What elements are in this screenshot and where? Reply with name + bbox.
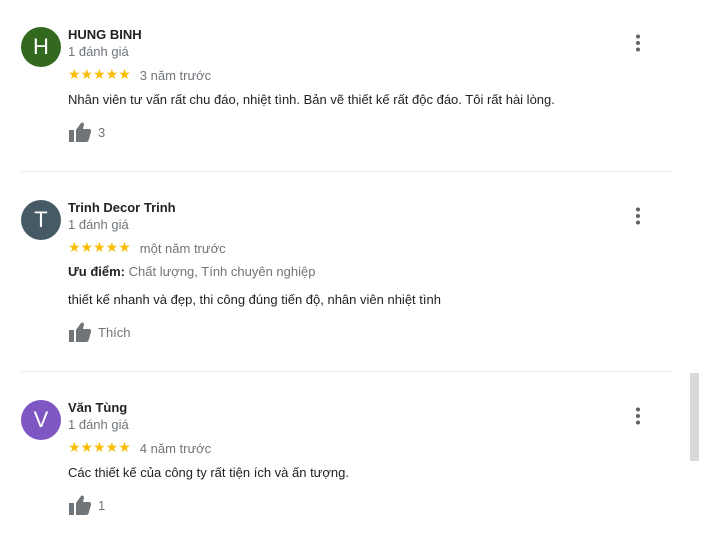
scrollbar-thumb[interactable] (690, 373, 699, 461)
like-button[interactable]: 3 (68, 121, 105, 143)
review-count: 1 đánh giá (68, 217, 129, 232)
review-date: 3 năm trước (139, 67, 212, 83)
star-rating: ★★★★★ (68, 67, 131, 83)
pros-label: Ưu điểm: (68, 264, 126, 279)
review-text: thiết kế nhanh và đẹp, thi công đúng tiế… (68, 292, 441, 307)
more-options-icon[interactable] (629, 33, 647, 53)
review-date: một năm trước (139, 240, 226, 256)
star-rating: ★★★★★ (68, 440, 131, 456)
more-options-icon[interactable] (629, 206, 647, 226)
review-count: 1 đánh giá (68, 44, 129, 59)
avatar[interactable]: T (21, 200, 61, 240)
pros-value: Chất lượng, Tính chuyên nghiệp (128, 264, 316, 279)
rating-row: ★★★★★ 3 năm trước (68, 67, 211, 83)
review-text: Các thiết kế của công ty rất tiện ích và… (68, 465, 349, 480)
review-date: 4 năm trước (139, 440, 212, 456)
like-label: Thích (98, 324, 131, 340)
like-count: 3 (98, 124, 106, 140)
avatar[interactable]: H (21, 27, 61, 67)
star-rating: ★★★★★ (68, 240, 131, 256)
rating-row: ★★★★★ một năm trước (68, 240, 226, 256)
like-count: 1 (98, 497, 106, 513)
thumbs-up-icon (69, 322, 92, 342)
review-count: 1 đánh giá (68, 417, 129, 432)
avatar[interactable]: V (21, 400, 61, 440)
like-button[interactable]: 1 (68, 494, 105, 516)
divider (21, 171, 671, 172)
review-text: Nhân viên tư vấn rất chu đáo, nhiệt tình… (68, 92, 555, 107)
reviews-panel: H HUNG BINH 1 đánh giá ★★★★★ 3 năm trước… (0, 0, 715, 536)
rating-row: ★★★★★ 4 năm trước (68, 440, 211, 456)
reviewer-name[interactable]: HUNG BINH (68, 27, 142, 42)
reviewer-name[interactable]: Văn Tùng (68, 400, 127, 415)
review-pros: Ưu điểm: Chất lượng, Tính chuyên nghiệp (68, 264, 315, 279)
like-button[interactable]: Thích (68, 321, 131, 343)
divider (21, 371, 671, 372)
thumbs-up-icon (69, 495, 92, 515)
more-options-icon[interactable] (629, 406, 647, 426)
thumbs-up-icon (69, 122, 92, 142)
reviewer-name[interactable]: Trinh Decor Trinh (68, 200, 176, 215)
